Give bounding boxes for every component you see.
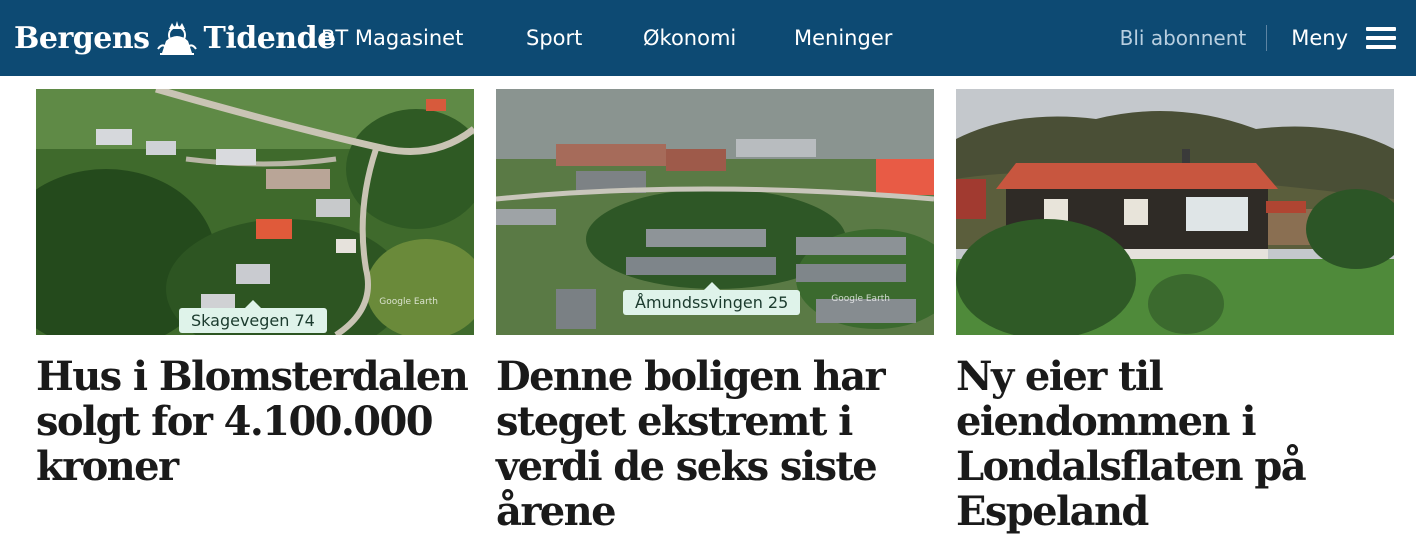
article-headline[interactable]: Denne boligen har steget ekstremt i verd… — [496, 354, 936, 534]
nav-item-sport[interactable]: Sport — [526, 0, 582, 76]
top-navigation-bar: Bergens Tidende BT Magasinet Sport Økono… — [0, 0, 1416, 76]
image-watermark: Google Earth — [831, 294, 890, 304]
hamburger-icon — [1366, 27, 1396, 49]
header-actions: Bli abonnent Meny — [1120, 0, 1396, 76]
nav-item-okonomi[interactable]: Økonomi — [643, 0, 736, 76]
article-headline[interactable]: Hus i Blomsterdalen solgt for 4.100.000 … — [36, 354, 476, 489]
location-label: Åmundssvingen 25 — [623, 282, 801, 315]
menu-label: Meny — [1291, 26, 1348, 50]
nav-item-meninger[interactable]: Meninger — [794, 0, 892, 76]
article-headline[interactable]: Ny eier til eiendommen i Londalsflaten p… — [956, 354, 1396, 534]
crest-icon — [156, 21, 197, 55]
article-image-aerial[interactable]: Skagevegen 74 Google Earth — [36, 89, 474, 335]
bergens-tidende-logo[interactable]: Bergens Tidende — [14, 18, 336, 58]
location-label: Skagevegen 74 — [179, 300, 327, 333]
nav-item-bt-magasinet[interactable]: BT Magasinet — [321, 0, 463, 76]
menu-button[interactable]: Meny — [1267, 26, 1396, 50]
article-image-aerial[interactable]: Åmundssvingen 25 Google Earth — [496, 89, 934, 335]
logo-wordmark-right: Tidende — [203, 20, 337, 56]
image-watermark: Google Earth — [379, 297, 438, 307]
article-image-house[interactable] — [956, 89, 1394, 335]
subscribe-link[interactable]: Bli abonnent — [1120, 26, 1267, 50]
logo-wordmark-left: Bergens — [14, 20, 150, 56]
